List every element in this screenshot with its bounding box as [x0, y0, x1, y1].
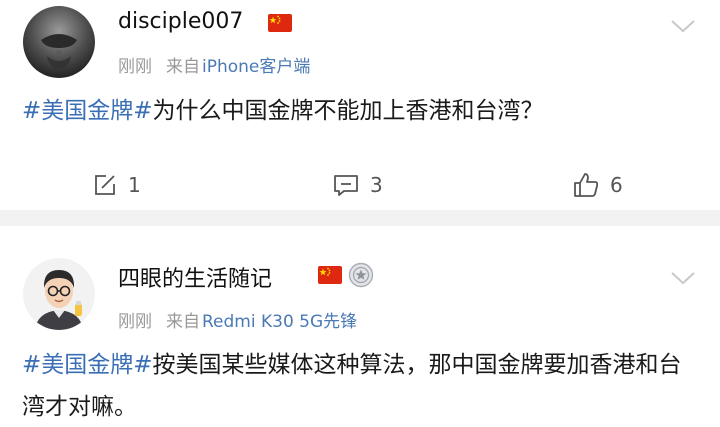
post-time: 刚刚 [118, 312, 152, 332]
comment-icon [334, 175, 358, 196]
chevron-down-icon[interactable] [668, 16, 698, 36]
source-label: 来自 [166, 312, 200, 332]
source-label: 来自 [166, 57, 200, 77]
avatar[interactable] [23, 6, 95, 78]
repost-button[interactable]: 1 [92, 165, 141, 205]
comment-button[interactable]: 3 [332, 165, 383, 205]
post-meta: 刚刚 来自 iPhone客户端 [118, 52, 310, 77]
hashtag-link[interactable]: #美国金牌# [22, 98, 153, 124]
avatar[interactable] [23, 258, 95, 330]
comment-count: 3 [370, 173, 383, 197]
post-text: 为什么中国金牌不能加上香港和台湾？ [152, 98, 544, 124]
hashtag-link[interactable]: #美国金牌# [22, 352, 153, 378]
post-time: 刚刚 [118, 57, 152, 77]
post-content: #美国金牌#为什么中国金牌不能加上香港和台湾？ [22, 90, 702, 132]
thumbs-up-icon [574, 173, 599, 197]
post-separator [0, 210, 720, 226]
weibo-post-1: disciple007 刚刚 来自 iPhone客户端 #美国金牌#为什么中国金牌不… [0, 0, 720, 210]
weibo-post-2: 四眼的生活随记 刚刚 来自 Redmi K30 5G先锋 #美国金牌#按美国某些媒体… [0, 226, 720, 427]
like-button[interactable]: 6 [572, 165, 623, 205]
repost-count: 1 [128, 173, 141, 197]
device-link[interactable]: iPhone客户端 [202, 57, 310, 77]
like-count: 6 [610, 173, 623, 197]
china-flag-icon [318, 266, 342, 284]
silver-medal-badge-icon[interactable] [348, 262, 374, 288]
post-content: #美国金牌#按美国某些媒体这种算法，那中国金牌要加香港和台湾才对嘛。 [22, 344, 702, 427]
chevron-down-icon[interactable] [668, 268, 698, 288]
repost-icon [95, 175, 115, 195]
username[interactable]: disciple007 [118, 9, 243, 34]
device-link[interactable]: Redmi K30 5G先锋 [202, 312, 357, 332]
action-bar: 1 3 6 [0, 165, 720, 205]
china-flag-icon [268, 14, 292, 32]
username[interactable]: 四眼的生活随记 [118, 261, 272, 293]
post-meta: 刚刚 来自 Redmi K30 5G先锋 [118, 307, 357, 332]
